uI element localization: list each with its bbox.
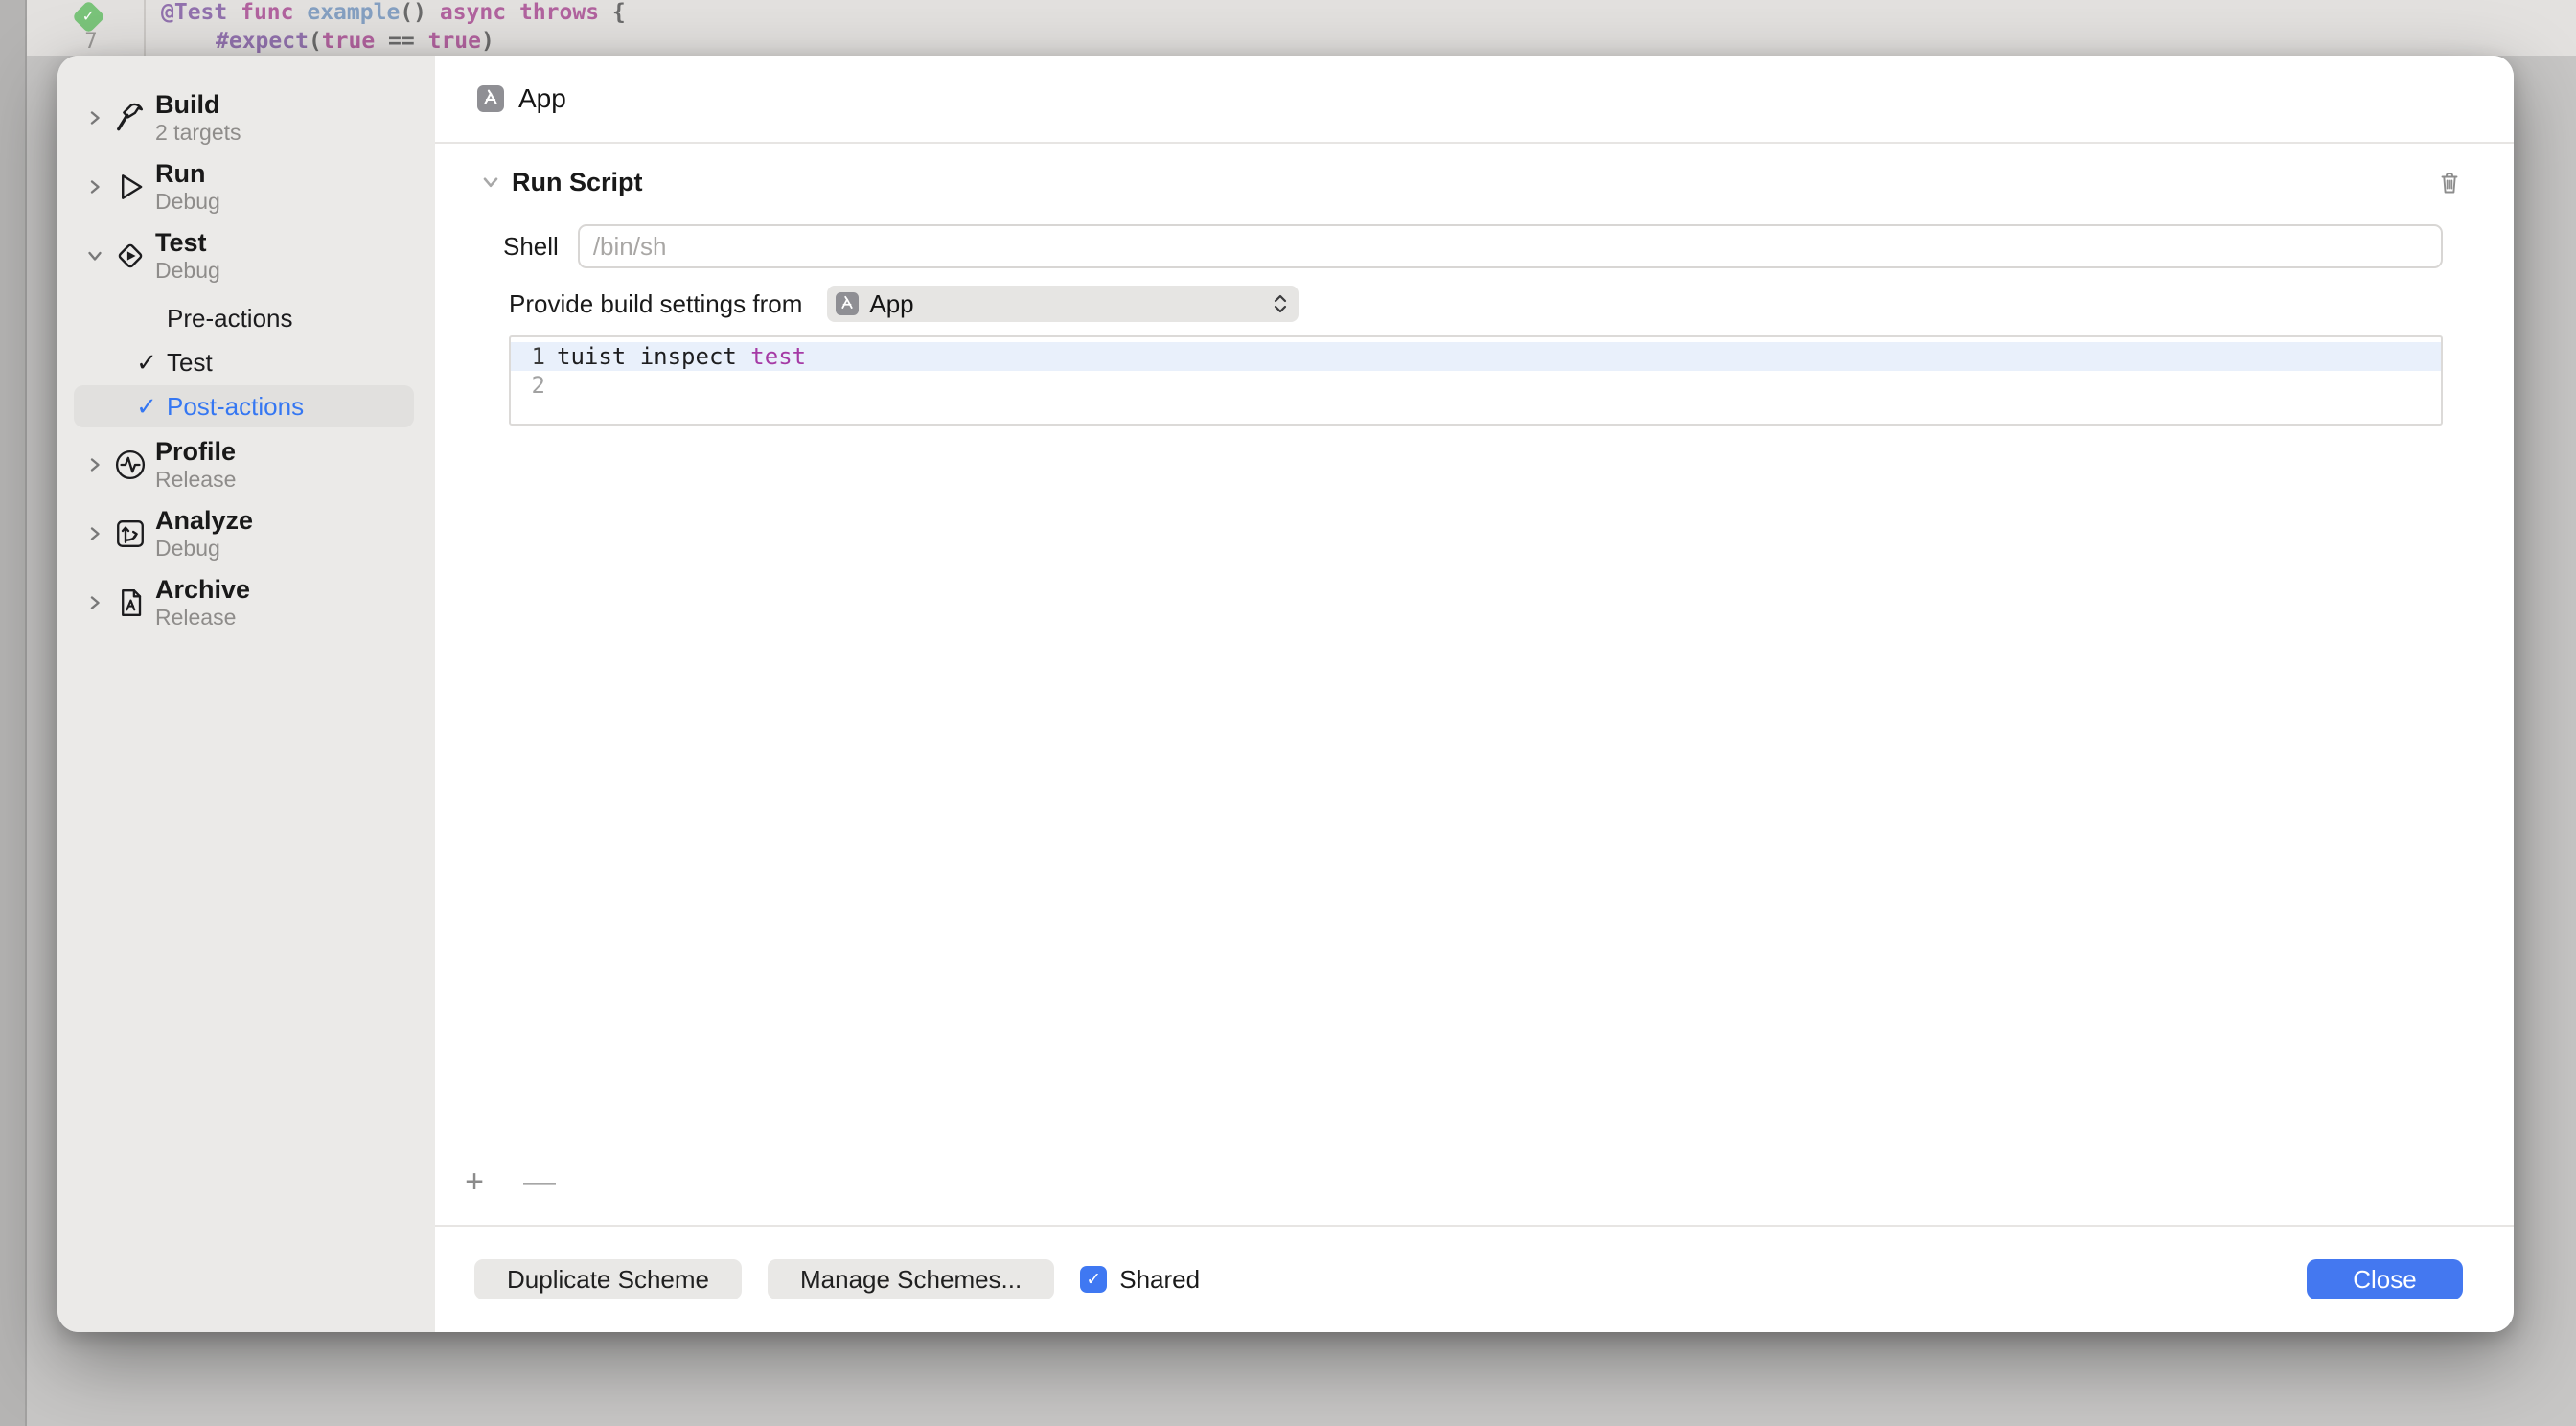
duplicate-scheme-button[interactable]: Duplicate Scheme: [474, 1259, 742, 1300]
chevron-right-icon[interactable]: [82, 521, 107, 546]
analyze-icon: [109, 513, 151, 555]
add-action-button[interactable]: +: [457, 1165, 492, 1198]
build-settings-label: Provide build settings from: [509, 289, 802, 319]
code-line-2: #expect(true == true): [216, 29, 494, 54]
scheme-header: App: [435, 56, 2514, 144]
delete-script-button[interactable]: [2434, 165, 2465, 199]
line-number: 7: [69, 30, 113, 54]
window-left-rail: [0, 0, 27, 1426]
line-number: 1: [511, 343, 557, 370]
app-scheme-icon: [477, 85, 504, 112]
scheme-actions-sidebar: Build 2 targets Run Debug: [58, 56, 435, 1332]
archive-document-icon: [109, 582, 151, 624]
sidebar-item-analyze[interactable]: Analyze Debug: [82, 506, 426, 562]
remove-action-button[interactable]: —: [522, 1165, 557, 1198]
sidebar-item-pre-actions[interactable]: Pre-actions: [74, 297, 414, 339]
profile-gauge-icon: [109, 444, 151, 486]
code-line-1: @Test func example() async throws {: [161, 0, 626, 25]
sidebar-item-label: Profile: [155, 437, 236, 467]
sidebar-item-label: Build: [155, 90, 242, 120]
sidebar-item-test[interactable]: Test Debug: [82, 228, 426, 284]
checkmark-icon: ✓: [134, 392, 159, 422]
sidebar-item-run[interactable]: Run Debug: [82, 159, 426, 215]
shell-row: Shell /bin/sh: [503, 224, 2443, 268]
build-settings-row: Provide build settings from App: [509, 286, 2443, 322]
sidebar-item-archive[interactable]: Archive Release: [82, 575, 426, 631]
line-number: 2: [511, 372, 557, 399]
sidebar-item-label: Analyze: [155, 506, 253, 536]
scheme-editor-dialog: Build 2 targets Run Debug: [58, 56, 2514, 1332]
chevron-right-icon[interactable]: [82, 105, 107, 130]
add-remove-controls: + —: [457, 1165, 557, 1198]
run-script-section-header: Run Script: [479, 165, 2465, 199]
sidebar-item-subtitle: Release: [155, 467, 236, 493]
script-line[interactable]: 1 tuist inspect test: [511, 342, 2441, 371]
dialog-footer: Duplicate Scheme Manage Schemes... ✓ Sha…: [435, 1225, 2514, 1332]
sidebar-item-label: Archive: [155, 575, 250, 605]
sidebar-item-label: Run: [155, 159, 220, 189]
hammer-icon: [109, 97, 151, 139]
chevron-down-icon[interactable]: [82, 243, 107, 268]
shell-value: /bin/sh: [593, 232, 667, 262]
close-button[interactable]: Close: [2307, 1259, 2463, 1300]
gutter-divider: [144, 0, 146, 56]
sidebar-item-subtitle: Debug: [155, 189, 220, 215]
screen: ✓ 7 @Test func example() async throws { …: [0, 0, 2576, 1426]
test-diamond-icon: [109, 235, 151, 277]
run-script-panel: Run Script Shell /bin/sh Provide build s…: [435, 144, 2514, 1225]
sidebar-item-subtitle: Debug: [155, 536, 253, 562]
shared-checkbox-group: ✓ Shared: [1080, 1265, 1200, 1295]
sidebar-item-post-actions[interactable]: ✓ Post-actions: [74, 385, 414, 427]
scheme-name: App: [518, 83, 566, 114]
sidebar-item-test-action[interactable]: ✓ Test: [74, 341, 414, 383]
popup-stepper-icon: [1270, 290, 1291, 317]
sidebar-item-build[interactable]: Build 2 targets: [82, 90, 426, 146]
checkmark-icon: ✓: [134, 348, 159, 378]
sidebar-item-subtitle: 2 targets: [155, 120, 242, 146]
section-title: Run Script: [512, 168, 643, 197]
sidebar-item-subtitle: Debug: [155, 258, 220, 284]
chevron-right-icon[interactable]: [82, 590, 107, 615]
build-settings-value: App: [869, 289, 913, 319]
chevron-right-icon[interactable]: [82, 174, 107, 199]
manage-schemes-button[interactable]: Manage Schemes...: [768, 1259, 1054, 1300]
play-icon: [109, 166, 151, 208]
shell-label: Shell: [503, 232, 559, 262]
shared-label: Shared: [1119, 1265, 1200, 1295]
app-target-icon: [836, 292, 859, 315]
shared-checkbox[interactable]: ✓: [1080, 1266, 1107, 1293]
chevron-down-icon[interactable]: [479, 171, 502, 194]
build-settings-popup[interactable]: App: [827, 286, 1299, 322]
script-text-editor[interactable]: 1 tuist inspect test 2: [509, 335, 2443, 426]
chevron-right-icon[interactable]: [82, 452, 107, 477]
sidebar-item-profile[interactable]: Profile Release: [82, 437, 426, 493]
background-code-editor: ✓ 7 @Test func example() async throws { …: [0, 0, 2576, 56]
sidebar-item-label: Test: [155, 228, 220, 258]
shell-input[interactable]: /bin/sh: [578, 224, 2443, 268]
scheme-detail-pane: App Run Script Shell /bin/sh: [435, 56, 2514, 1332]
script-line[interactable]: 2: [511, 371, 2441, 400]
sidebar-item-subtitle: Release: [155, 605, 250, 631]
checkmark-icon: ✓: [1086, 1271, 1101, 1289]
test-passed-icon: ✓: [72, 0, 105, 34]
